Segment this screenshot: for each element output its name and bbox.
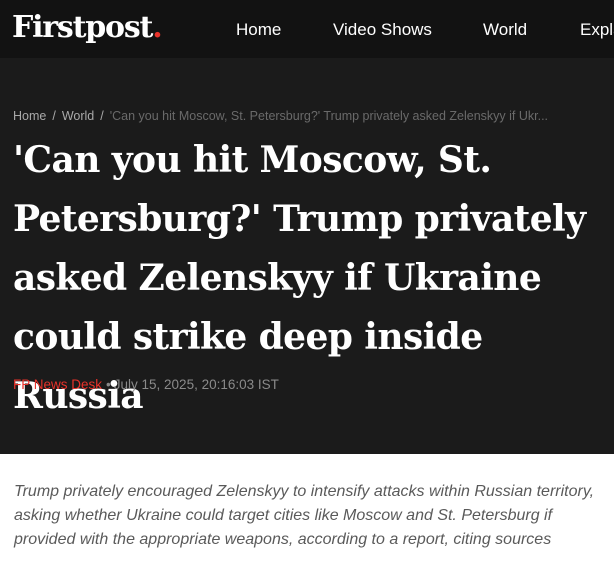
firstpost-logo[interactable]: Firstpost. bbox=[12, 8, 163, 48]
breadcrumb-separator: / bbox=[52, 109, 56, 123]
breadcrumb: Home / World / 'Can you hit Moscow, St. Pete… bbox=[13, 108, 609, 124]
nav-item-world[interactable]: World bbox=[483, 19, 527, 41]
nav-item-explainers[interactable]: Expla bbox=[580, 19, 614, 41]
nav-item-video-shows[interactable]: Video Shows bbox=[333, 19, 432, 41]
author-link[interactable]: FP News Desk bbox=[13, 377, 102, 392]
breadcrumb-world-link[interactable]: World bbox=[62, 109, 94, 123]
breadcrumb-current-page: 'Can you hit Moscow, St. Petersburg?' Tr… bbox=[109, 109, 549, 123]
top-navigation-bar: Firstpost. Home Video Shows World Expla bbox=[0, 0, 614, 58]
logo-text: Firstpost bbox=[12, 10, 153, 45]
breadcrumb-home-link[interactable]: Home bbox=[13, 109, 46, 123]
breadcrumb-separator: / bbox=[100, 109, 104, 123]
logo-dot: . bbox=[152, 10, 162, 45]
publish-date: July 15, 2025, 20:16:03 IST bbox=[113, 377, 279, 392]
meta-bullet: • bbox=[106, 377, 111, 392]
article-meta: FP News Desk • July 15, 2025, 20:16:03 IST bbox=[13, 376, 279, 394]
article-summary: Trump privately encouraged Zelenskyy to … bbox=[14, 483, 595, 548]
nav-item-home[interactable]: Home bbox=[236, 19, 281, 41]
